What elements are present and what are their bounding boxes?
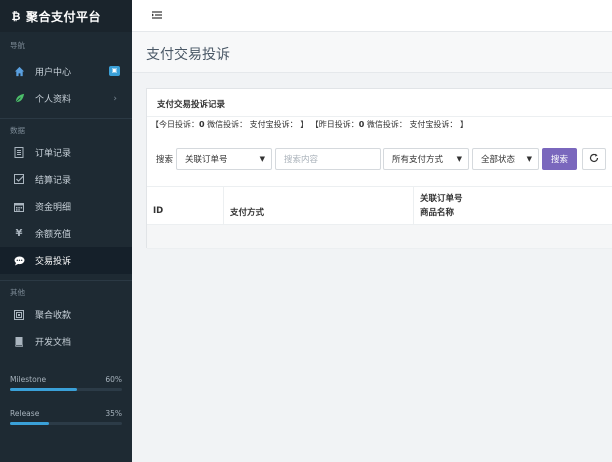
section-label-other: 其他 xyxy=(10,288,25,297)
qrcode-icon xyxy=(13,309,25,321)
chevron-down-icon: ▼ xyxy=(259,155,266,163)
divider xyxy=(147,116,612,117)
book-icon xyxy=(13,336,25,348)
sidebar-item-orders[interactable]: 订单记录 xyxy=(0,139,132,166)
column-header-paytype[interactable]: 支付方式 xyxy=(230,206,264,218)
divider xyxy=(223,187,224,225)
complaints-table: ID 支付方式 关联订单号 商品名称 xyxy=(147,186,612,249)
chevron-down-icon: ▼ xyxy=(526,155,533,163)
select-value: 关联订单号 xyxy=(185,155,228,165)
progress-milestone: Milestone 60% xyxy=(0,375,132,391)
comment-icon xyxy=(13,255,25,267)
sidebar-item-complaints[interactable]: 交易投诉 xyxy=(0,247,132,274)
complaint-summary: 【今日投诉：0 微信投诉： 支付宝投诉： 】 【昨日投诉：0 微信投诉： 支付宝… xyxy=(151,119,468,130)
chevron-right-icon: › xyxy=(113,93,117,104)
sidebar: ₿ 聚合支付平台 导航 用户中心 ▣ 个人资料 › 数据 订单记录 结算记录 资… xyxy=(0,0,132,462)
sidebar-item-label: 个人资料 xyxy=(35,95,72,105)
section-label-nav: 导航 xyxy=(10,41,25,50)
search-label: 搜索 xyxy=(156,155,174,165)
sidebar-item-label: 结算记录 xyxy=(35,176,72,186)
summary-yesterday-count: 0 xyxy=(358,120,365,129)
sidebar-item-recharge[interactable]: ¥ 余额充值 xyxy=(0,220,132,247)
sidebar-item-settlements[interactable]: 结算记录 xyxy=(0,166,132,193)
progress-value: 35% xyxy=(105,409,122,418)
summary-yesterday-alipay: 支付宝投诉： xyxy=(409,120,458,129)
sidebar-item-profile[interactable]: 个人资料 › xyxy=(0,85,132,112)
list-icon xyxy=(13,147,25,159)
select-value: 全部状态 xyxy=(481,155,516,165)
page-title: 支付交易投诉 xyxy=(146,47,230,63)
page-header: 支付交易投诉 xyxy=(132,32,612,73)
summary-yesterday-label: 【昨日投诉： xyxy=(310,120,359,129)
summary-today-count: 0 xyxy=(199,120,205,129)
chevron-down-icon: ▼ xyxy=(456,155,463,163)
sidebar-item-label: 交易投诉 xyxy=(35,257,72,267)
refresh-icon xyxy=(589,153,599,166)
divider xyxy=(413,187,414,225)
progress-label: Milestone xyxy=(10,375,47,384)
sidebar-item-label: 余额充值 xyxy=(35,230,72,240)
table-empty-row xyxy=(147,225,612,249)
topbar xyxy=(132,0,612,32)
yen-icon: ¥ xyxy=(15,228,23,239)
search-field-select[interactable]: 关联订单号 ▼ xyxy=(176,148,273,170)
sidebar-item-label: 用户中心 xyxy=(35,68,72,78)
progress-label: Release xyxy=(10,409,40,418)
sidebar-item-user-center[interactable]: 用户中心 ▣ xyxy=(0,58,132,85)
leaf-icon xyxy=(13,93,25,105)
progress-value: 60% xyxy=(105,375,122,384)
sidebar-item-label: 开发文档 xyxy=(35,338,72,348)
select-value: 所有支付方式 xyxy=(392,155,444,165)
brand-title: 聚合支付平台 xyxy=(26,9,102,24)
summary-today-alipay: 支付宝投诉： xyxy=(249,120,298,129)
card-title: 支付交易投诉记录 xyxy=(157,100,226,110)
paytype-select[interactable]: 所有支付方式 ▼ xyxy=(383,148,470,170)
filter-bar: 搜索 关联订单号 ▼ 搜索内容 所有支付方式 ▼ 全部状态 ▼ 搜索 xyxy=(156,148,607,170)
menu-toggle-icon[interactable] xyxy=(151,9,163,21)
sidebar-item-label: 聚合收款 xyxy=(35,311,72,321)
summary-today-label: 【今日投诉： xyxy=(151,120,199,129)
sidebar-item-aggregate-pay[interactable]: 聚合收款 xyxy=(0,301,132,328)
brand[interactable]: ₿ 聚合支付平台 xyxy=(0,0,132,32)
summary-yesterday-end: 】 xyxy=(459,120,468,129)
refresh-button[interactable] xyxy=(582,148,607,170)
summary-yesterday-wechat: 微信投诉： xyxy=(366,120,407,129)
search-button[interactable]: 搜索 xyxy=(542,148,578,170)
sidebar-item-funds[interactable]: 资金明细 xyxy=(0,193,132,220)
search-placeholder: 搜索内容 xyxy=(284,155,319,165)
sidebar-item-label: 订单记录 xyxy=(35,149,72,159)
column-header-id[interactable]: ID xyxy=(153,206,163,216)
badge-icon: ▣ xyxy=(109,66,120,76)
sidebar-item-dev-docs[interactable]: 开发文档 xyxy=(0,328,132,355)
calendar-icon xyxy=(13,201,25,213)
search-input[interactable]: 搜索内容 xyxy=(275,148,382,170)
progress-release: Release 35% xyxy=(0,409,132,425)
column-header-order-no[interactable]: 关联订单号 xyxy=(420,192,463,204)
bitcoin-logo-icon: ₿ xyxy=(11,9,21,23)
progress-bar xyxy=(10,422,122,425)
section-label-data: 数据 xyxy=(10,126,25,135)
summary-today-end: 】 xyxy=(300,120,309,129)
progress-fill xyxy=(10,422,50,425)
summary-today-wechat: 微信投诉： xyxy=(207,120,248,129)
status-select[interactable]: 全部状态 ▼ xyxy=(472,148,540,170)
sidebar-item-label: 资金明细 xyxy=(35,203,72,213)
home-icon xyxy=(13,66,25,78)
table-header: ID 支付方式 关联订单号 商品名称 xyxy=(147,186,612,225)
column-header-product-name[interactable]: 商品名称 xyxy=(420,206,454,218)
check-square-icon xyxy=(13,174,25,186)
complaints-card: 支付交易投诉记录 【今日投诉：0 微信投诉： 支付宝投诉： 】 【昨日投诉：0 … xyxy=(146,88,612,249)
